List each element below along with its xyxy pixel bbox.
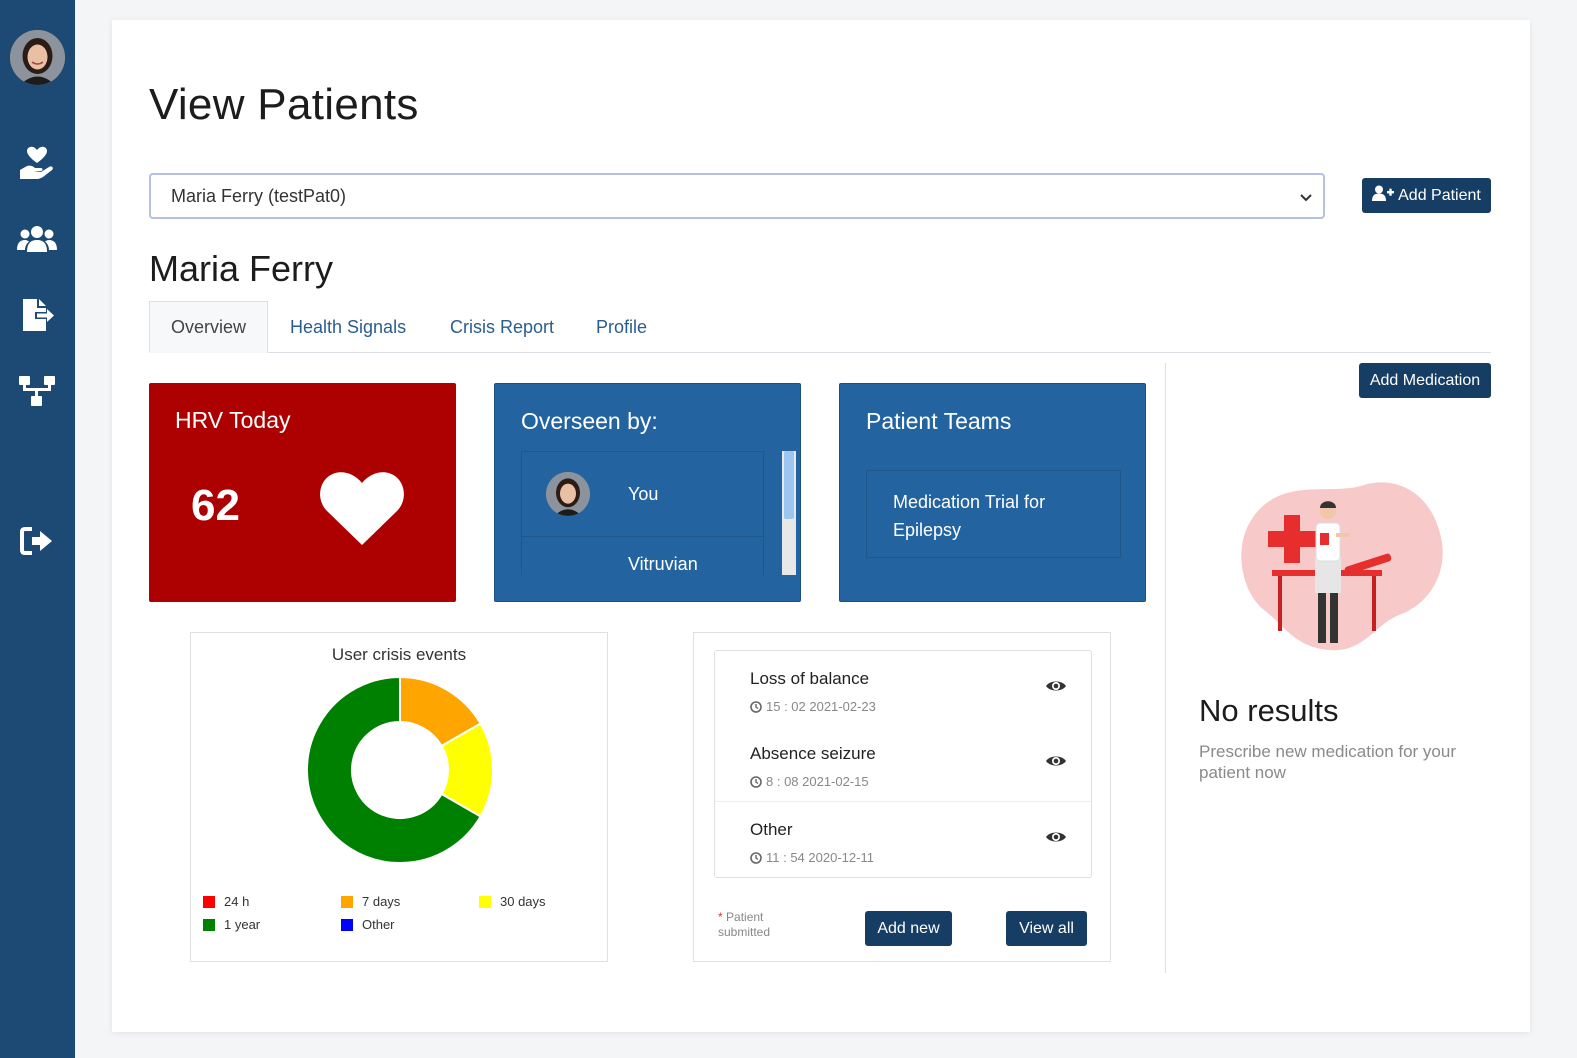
file-export-icon[interactable] xyxy=(16,294,58,336)
scrollbar-thumb[interactable] xyxy=(784,451,794,519)
crisis-list: Loss of balance 15 : 02 2021-02-23 Absen… xyxy=(714,650,1092,878)
legend-label: 1 year xyxy=(224,917,261,932)
crisis-time: 11 : 54 2020-12-11 xyxy=(750,850,874,865)
crisis-name: Loss of balance xyxy=(750,669,870,688)
view-all-button[interactable]: View all xyxy=(1006,911,1087,946)
hrv-title: HRV Today xyxy=(175,407,291,433)
crisis-name: Other xyxy=(750,820,793,839)
column-divider xyxy=(1165,363,1166,973)
donut-chart xyxy=(306,675,494,864)
page-title: View Patients xyxy=(149,80,419,129)
legend-item-1-year: 1 year xyxy=(203,917,260,932)
users-icon[interactable] xyxy=(16,218,58,260)
no-results-subtitle: Prescribe new medication for your patien… xyxy=(1199,742,1457,782)
crisis-time: 8 : 08 2021-02-15 xyxy=(750,774,869,789)
add-medication-button[interactable]: Add Medication xyxy=(1359,363,1491,398)
tab-profile[interactable]: Profile xyxy=(596,301,647,353)
crisis-time-text: 8 : 08 2021-02-15 xyxy=(766,774,869,789)
note-star: * xyxy=(718,910,723,924)
patient-select-value: Maria Ferry (testPat0) xyxy=(171,185,347,206)
clock-icon xyxy=(750,851,762,864)
legend-swatch xyxy=(203,895,215,908)
clock-icon xyxy=(750,775,762,788)
sitemap-icon[interactable] xyxy=(16,370,58,412)
patient-select[interactable]: Maria Ferry (testPat0) xyxy=(149,173,1325,219)
heart-icon xyxy=(319,471,405,552)
list-item: Loss of balance 15 : 02 2021-02-23 xyxy=(715,651,1091,726)
sidebar xyxy=(0,0,75,1058)
overseen-item[interactable]: Vitruvian xyxy=(521,537,764,575)
chevron-down-icon xyxy=(1299,188,1313,209)
user-avatar[interactable] xyxy=(10,30,65,85)
eye-icon[interactable] xyxy=(1045,679,1067,698)
main-panel: View Patients Maria Ferry (testPat0) Add… xyxy=(112,20,1530,1032)
legend-item-24h: 24 h xyxy=(203,894,249,909)
tab-crisis-report[interactable]: Crisis Report xyxy=(450,301,554,353)
legend-label: 24 h xyxy=(224,894,250,909)
add-patient-button[interactable]: Add Patient xyxy=(1362,178,1491,213)
overseen-scrollbar[interactable] xyxy=(782,451,796,575)
patient-submitted-note: * Patient submitted xyxy=(718,910,798,940)
no-results-title: No results xyxy=(1199,693,1339,728)
add-new-button[interactable]: Add new xyxy=(865,911,952,946)
patient-name: Maria Ferry xyxy=(149,248,334,289)
patient-tabs: Overview Health Signals Crisis Report Pr… xyxy=(149,301,1491,353)
avatar xyxy=(546,472,590,516)
overseen-name: You xyxy=(628,484,659,504)
hrv-value: 62 xyxy=(191,481,240,530)
tab-health-signals[interactable]: Health Signals xyxy=(290,301,406,353)
no-results-illustration xyxy=(1224,475,1454,660)
teams-title: Patient Teams xyxy=(866,408,1012,434)
clock-icon xyxy=(750,700,762,713)
list-item: Other 11 : 54 2020-12-11 xyxy=(715,801,1091,876)
crisis-time-text: 15 : 02 2021-02-23 xyxy=(766,699,876,714)
eye-icon[interactable] xyxy=(1045,830,1067,849)
team-item[interactable]: Medication Trial for Epilepsy xyxy=(866,470,1121,558)
legend-item-7-days: 7 days xyxy=(341,894,400,909)
sign-out-icon[interactable] xyxy=(16,520,58,562)
note-text: Patient submitted xyxy=(718,910,771,939)
add-patient-label: Add Patient xyxy=(1398,186,1481,204)
overseen-item[interactable]: You xyxy=(521,451,764,537)
crisis-name: Absence seizure xyxy=(750,744,876,763)
overseen-name: Vitruvian xyxy=(628,554,698,574)
legend-swatch xyxy=(479,895,491,908)
crisis-time: 15 : 02 2021-02-23 xyxy=(750,699,876,714)
legend-item-other: Other xyxy=(341,917,395,932)
legend-item-30-days: 30 days xyxy=(479,894,546,909)
legend-label: Other xyxy=(362,917,395,932)
legend-swatch xyxy=(341,918,353,931)
eye-icon[interactable] xyxy=(1045,754,1067,773)
teams-card: Patient Teams Medication Trial for Epile… xyxy=(839,383,1146,602)
crisis-events-panel: Loss of balance 15 : 02 2021-02-23 Absen… xyxy=(693,632,1111,962)
overseen-card: Overseen by: You Vitruvian xyxy=(494,383,801,602)
hand-heart-icon[interactable] xyxy=(16,142,58,184)
crisis-chart-panel: User crisis events 24 h 7 days 30 days 1… xyxy=(190,632,608,962)
overseen-title: Overseen by: xyxy=(521,408,658,434)
legend-swatch xyxy=(341,895,353,908)
crisis-time-text: 11 : 54 2020-12-11 xyxy=(766,850,874,865)
legend-swatch xyxy=(203,918,215,931)
tab-overview[interactable]: Overview xyxy=(149,301,269,353)
legend-label: 30 days xyxy=(500,894,546,909)
overseen-list: You Vitruvian xyxy=(521,451,764,575)
list-item: Absence seizure 8 : 08 2021-02-15 xyxy=(715,726,1091,801)
legend-label: 7 days xyxy=(362,894,401,909)
hrv-card: HRV Today 62 xyxy=(149,383,456,602)
user-plus-icon xyxy=(1372,185,1395,206)
